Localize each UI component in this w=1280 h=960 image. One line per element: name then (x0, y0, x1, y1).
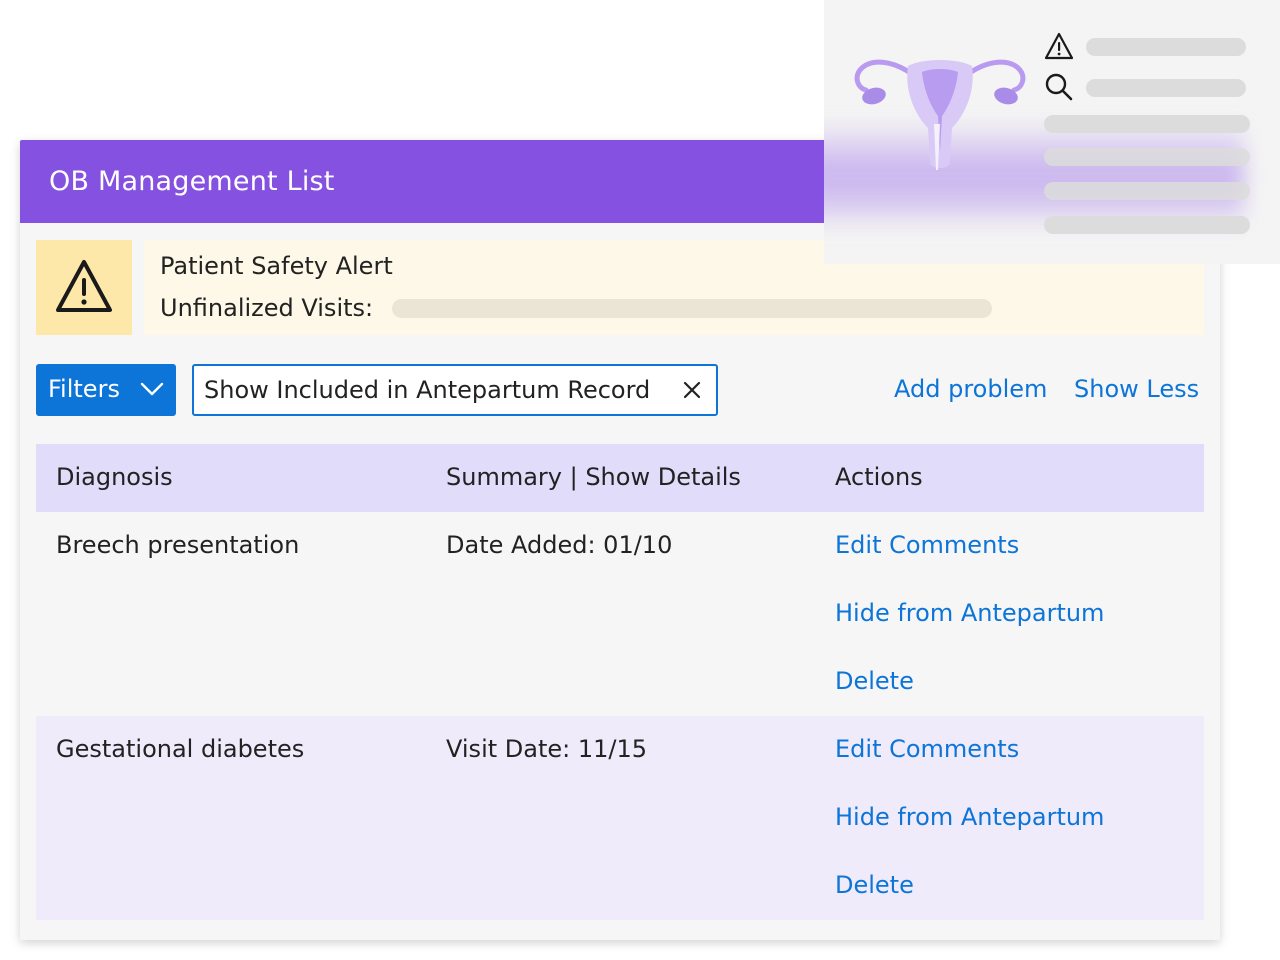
header-actions: Actions (835, 463, 923, 491)
add-problem-link[interactable]: Add problem (894, 375, 1047, 403)
unfinalized-visits-label: Unfinalized Visits: (160, 294, 374, 322)
search-icon (1045, 73, 1073, 101)
placeholder-line (1044, 182, 1250, 200)
placeholder-line (1044, 216, 1250, 234)
illustration-panel (824, 0, 1280, 264)
hide-from-antepartum-link[interactable]: Hide from Antepartum (835, 803, 1104, 831)
hide-from-antepartum-link[interactable]: Hide from Antepartum (835, 599, 1104, 627)
summary-cell: Date Added: 01/10 (446, 531, 673, 559)
diagnosis-cell: Gestational diabetes (56, 735, 305, 763)
filters-label: Filters (48, 375, 120, 403)
table-header: Diagnosis Summary | Show Details Actions (36, 444, 1204, 512)
header-diagnosis: Diagnosis (56, 463, 173, 491)
close-icon[interactable] (682, 380, 702, 400)
summary-cell: Visit Date: 11/15 (446, 735, 648, 763)
unfinalized-visits-placeholder (392, 299, 992, 318)
alert-icon-box (36, 240, 132, 335)
chevron-down-icon (140, 382, 164, 396)
warning-triangle-icon (1044, 32, 1074, 60)
warning-triangle-icon (56, 260, 112, 312)
placeholder-line (1044, 115, 1250, 133)
placeholder-line (1044, 148, 1250, 166)
uterus-illustration (854, 59, 1026, 170)
table-row: Gestational diabetes Visit Date: 11/15 E… (36, 716, 1204, 920)
delete-link[interactable]: Delete (835, 871, 914, 899)
header-summary[interactable]: Summary | Show Details (446, 463, 741, 491)
card-title: OB Management List (49, 166, 335, 197)
delete-link[interactable]: Delete (835, 667, 914, 695)
table-row: Breech presentation Date Added: 01/10 Ed… (36, 512, 1204, 716)
edit-comments-link[interactable]: Edit Comments (835, 735, 1019, 763)
filters-button[interactable]: Filters (36, 364, 176, 416)
placeholder-line (1086, 79, 1246, 97)
filter-chip-antepartum[interactable]: Show Included in Antepartum Record (192, 364, 718, 416)
filter-chip-label: Show Included in Antepartum Record (204, 376, 651, 404)
alert-title: Patient Safety Alert (160, 252, 393, 280)
diagnosis-cell: Breech presentation (56, 531, 300, 559)
show-less-link[interactable]: Show Less (1074, 375, 1199, 403)
placeholder-line (1086, 38, 1246, 56)
edit-comments-link[interactable]: Edit Comments (835, 531, 1019, 559)
